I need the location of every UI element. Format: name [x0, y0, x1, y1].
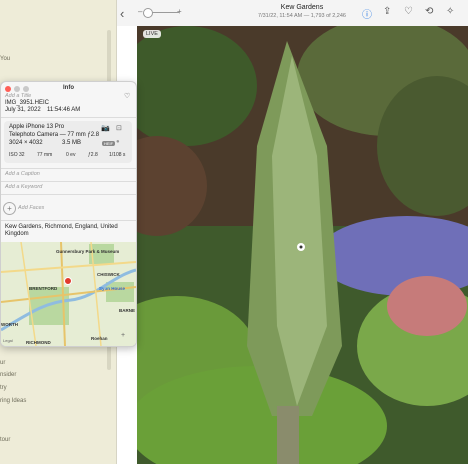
photo[interactable] — [137, 26, 468, 464]
frame-icon: ⊡ — [116, 125, 122, 132]
map-label: Roehan — [91, 336, 108, 341]
photo-subtitle: 7/31/22, 11:54 AM — 1,793 of 2,246 — [258, 13, 346, 19]
map-legal-link[interactable]: Legal — [3, 338, 13, 343]
title-field[interactable]: Add a Title — [5, 93, 31, 99]
shutter-speed: 1/108 s — [109, 152, 126, 158]
caption-field[interactable]: Add a Caption — [5, 171, 40, 177]
camera-model: Apple iPhone 13 Pro — [9, 124, 65, 130]
share-icon[interactable]: ⇪ — [383, 6, 391, 17]
live-photo-badge[interactable]: LIVE — [143, 30, 161, 38]
zoom-in-icon[interactable]: + — [177, 7, 182, 16]
map-label: BRENTFORD — [29, 286, 58, 291]
zoom-slider-knob[interactable] — [143, 8, 153, 18]
sidebar-label[interactable]: nsider — [0, 372, 16, 378]
map-label: Gunnersbury Park & Museum — [56, 249, 120, 254]
map-label: RICHMOND — [26, 340, 51, 345]
location-text: Kew Gardens, Richmond, England, United K… — [5, 224, 118, 237]
add-faces-icon[interactable]: + — [3, 202, 16, 215]
info-icon[interactable]: ⓘ — [362, 6, 372, 21]
sidebar-label[interactable]: tour — [0, 437, 10, 443]
auto-enhance-icon[interactable]: ✧ — [446, 6, 454, 17]
map-roads — [1, 242, 136, 346]
map-label: CHISWICK — [97, 272, 120, 277]
focal-length: 77 mm — [37, 152, 53, 158]
map-zoom-in-icon[interactable]: + — [121, 332, 125, 339]
photo-date: July 31, 2022 — [5, 107, 41, 113]
map-label: WORTH — [1, 322, 18, 327]
map-label: Syon House — [99, 286, 126, 291]
camera-icon: 📷 — [101, 125, 110, 132]
favorite-heart-icon[interactable]: ♡ — [124, 92, 130, 100]
filename: IMG_3951.HEIC — [5, 100, 50, 106]
photo-time: 11:54:46 AM — [47, 107, 81, 113]
exposure: 0 ev — [66, 152, 76, 158]
add-faces-label[interactable]: Add Faces — [18, 205, 44, 211]
sidebar-label[interactable]: You — [0, 56, 10, 62]
location-map[interactable]: Gunnersbury Park & Museum CHISWICK BRENT… — [1, 242, 136, 346]
zoom-out-icon[interactable]: – — [138, 7, 142, 16]
iso: ISO 32 — [9, 152, 25, 158]
sidebar-label[interactable]: try — [0, 385, 7, 391]
map-pin-icon — [64, 277, 72, 285]
lens-info: Telephoto Camera — 77 mm ƒ2.8 — [9, 132, 100, 138]
map-label: BARNE — [119, 308, 136, 313]
back-icon[interactable]: ‹ — [120, 6, 124, 21]
sidebar-label[interactable]: ring Ideas — [0, 398, 26, 404]
file-size: 3.5 MB — [62, 140, 82, 146]
location-dot-icon: ● — [116, 139, 120, 145]
sidebar-label[interactable]: ur — [0, 360, 5, 366]
photo-title: Kew Gardens — [280, 4, 324, 11]
camera-details-box: Apple iPhone 13 Pro Telephoto Camera — 7… — [4, 121, 132, 163]
rotate-icon[interactable]: ⟲ — [425, 6, 433, 17]
keyword-field[interactable]: Add a Keyword — [5, 184, 42, 190]
resolution: 3024 × 4032 — [9, 140, 43, 146]
info-panel: Info Add a Title ♡ IMG_3951.HEIC July 31… — [0, 81, 137, 347]
aperture: ƒ2.8 — [88, 152, 98, 158]
format-badge: HEIF — [102, 141, 116, 146]
favorite-heart-icon[interactable]: ♡ — [404, 6, 413, 17]
info-window-title: Info — [63, 85, 74, 91]
